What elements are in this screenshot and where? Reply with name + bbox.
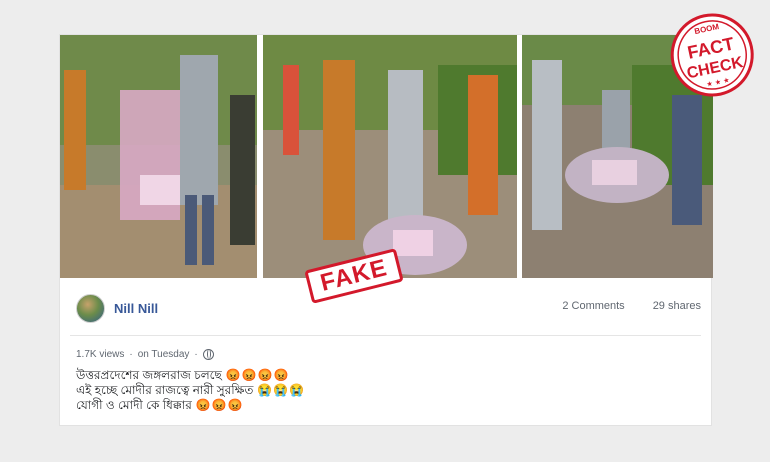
post-line-2-emoji: 😭😭😭 bbox=[257, 383, 306, 397]
divider bbox=[70, 335, 701, 336]
post-line-2: এই হচ্ছে মোদীর রাজত্বে নারী সুরক্ষিত 😭😭😭 bbox=[76, 383, 305, 398]
post-line-3-text: যোগী ও মোদী কে ধিক্কার bbox=[76, 398, 192, 412]
post-line-3-emoji: 😡😡😡 bbox=[195, 398, 244, 412]
fact-check-stamp-icon: BOOM FACT CHECK ★ ★ ★ bbox=[670, 13, 754, 97]
post-meta: 1.7K views · on Tuesday · bbox=[76, 349, 214, 360]
post-stats: 2 Comments 29 shares bbox=[562, 300, 701, 312]
post-message: উত্তরপ্রদেশের জঙ্গলরাজ চলছে 😡😡😡😡 এই হচ্ছে… bbox=[76, 368, 305, 413]
post-line-1-text: উত্তরপ্রদেশের জঙ্গলরাজ চলছে bbox=[76, 368, 222, 382]
avatar[interactable] bbox=[76, 294, 105, 323]
post-photo-2[interactable] bbox=[263, 35, 517, 278]
globe-icon bbox=[202, 349, 214, 360]
photo-1-scene bbox=[60, 35, 257, 278]
post-photo-1[interactable] bbox=[60, 35, 257, 278]
shares-count[interactable]: 29 shares bbox=[653, 300, 701, 312]
views-count: 1.7K views bbox=[76, 349, 125, 360]
post-line-1: উত্তরপ্রদেশের জঙ্গলরাজ চলছে 😡😡😡😡 bbox=[76, 368, 305, 383]
boom-fact-check-badge: BOOM FACT CHECK ★ ★ ★ bbox=[664, 9, 760, 99]
post-line-2-text: এই হচ্ছে মোদীর রাজত্বে নারী সুরক্ষিত bbox=[76, 383, 254, 397]
photo-2-scene bbox=[263, 35, 517, 278]
comments-count[interactable]: 2 Comments bbox=[562, 300, 624, 312]
author-name[interactable]: Nill Nill bbox=[114, 301, 158, 316]
post-time[interactable]: on Tuesday bbox=[138, 349, 190, 360]
post-author[interactable]: Nill Nill bbox=[76, 294, 158, 323]
post-line-3: যোগী ও মোদী কে ধিক্কার 😡😡😡 bbox=[76, 398, 305, 413]
post-line-1-emoji: 😡😡😡😡 bbox=[225, 368, 290, 382]
facebook-post-card: Nill Nill 2 Comments 29 shares 1.7K view… bbox=[59, 34, 713, 426]
